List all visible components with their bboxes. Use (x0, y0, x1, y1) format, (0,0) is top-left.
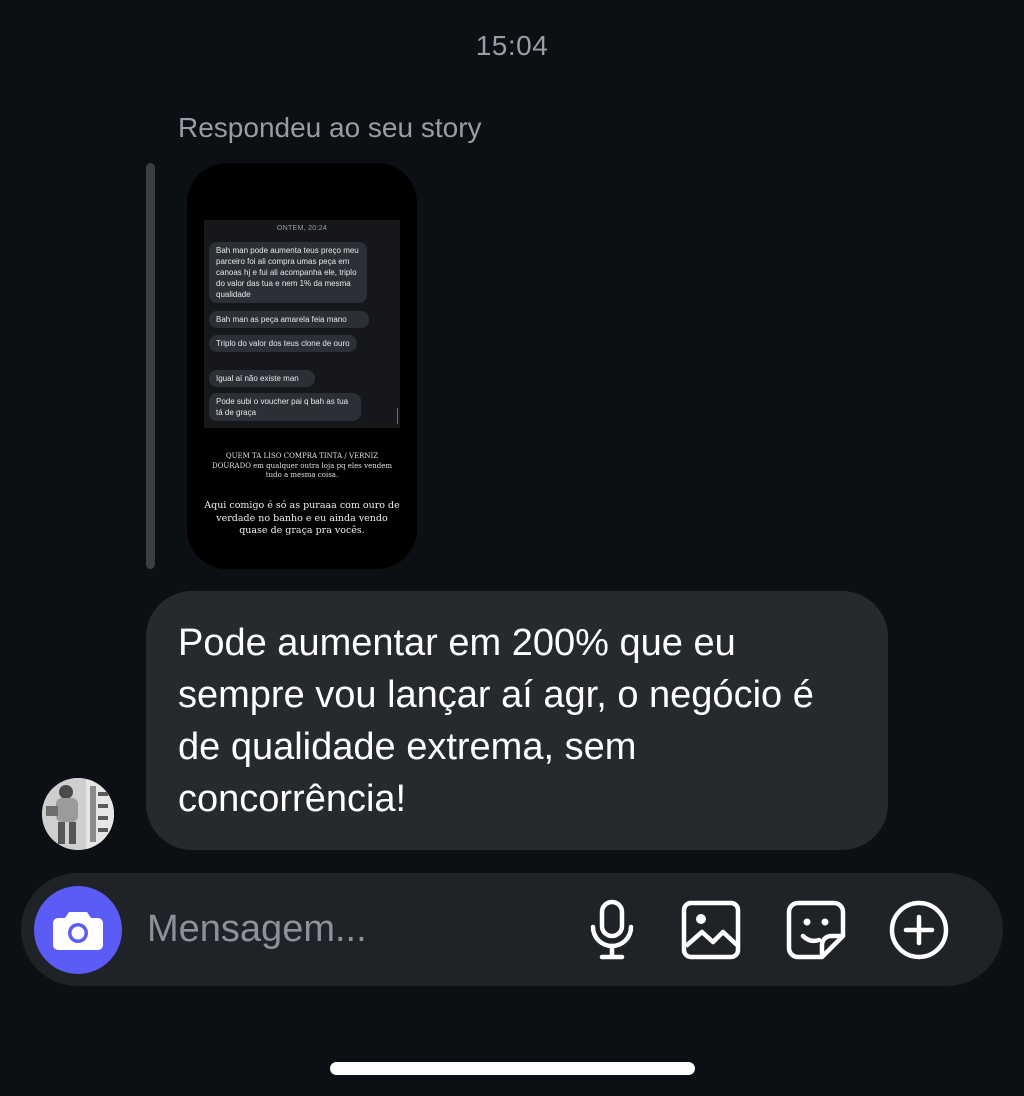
story-preview[interactable]: ONTEM, 20:24 Bah man pode aumenta teus p… (187, 163, 417, 569)
home-indicator[interactable] (330, 1062, 695, 1075)
story-message: Triplo do valor dos teus clone de ouro (209, 335, 357, 352)
story-screenshot: ONTEM, 20:24 Bah man pode aumenta teus p… (204, 220, 400, 428)
sticker-icon (786, 900, 846, 960)
more-options-button[interactable] (888, 899, 950, 961)
story-message: Bah man pode aumenta teus preço meu parc… (209, 242, 367, 303)
gallery-button[interactable] (680, 899, 742, 961)
message-composer: Mensagem... (21, 873, 1003, 986)
message-bubble[interactable]: Pode aumentar em 200% que eu sempre vou … (146, 591, 888, 850)
microphone-button[interactable] (581, 899, 643, 961)
message-timestamp: 15:04 (475, 30, 549, 61)
story-caption: QUEM TA LISO COMPRA TINTA / VERNIZ DOURA… (212, 452, 392, 479)
message-input[interactable]: Mensagem... (147, 906, 367, 952)
message-text: Pode aumentar em 200% que eu sempre vou … (178, 622, 814, 820)
microphone-icon (590, 899, 634, 960)
camera-icon (53, 912, 103, 950)
camera-button[interactable] (34, 886, 122, 974)
reply-indicator-bar (146, 163, 155, 569)
story-message: Pode subi o voucher pai q bah as tua tá … (209, 393, 361, 421)
story-message: Bah man as peça amarela feia mano (209, 311, 369, 328)
avatar[interactable] (42, 778, 114, 850)
story-screenshot-time: ONTEM, 20:24 (276, 225, 328, 232)
story-message: Igual aí não existe man (209, 370, 315, 387)
story-caption: Aqui comigo é só as puraaa com ouro de v… (204, 500, 400, 536)
image-icon (681, 900, 741, 960)
avatar-photo (42, 778, 114, 850)
story-reply-label: Respondeu ao seu story (178, 112, 482, 143)
plus-circle-icon (889, 900, 949, 960)
story-scrollbar (397, 408, 398, 424)
sticker-button[interactable] (785, 899, 847, 961)
